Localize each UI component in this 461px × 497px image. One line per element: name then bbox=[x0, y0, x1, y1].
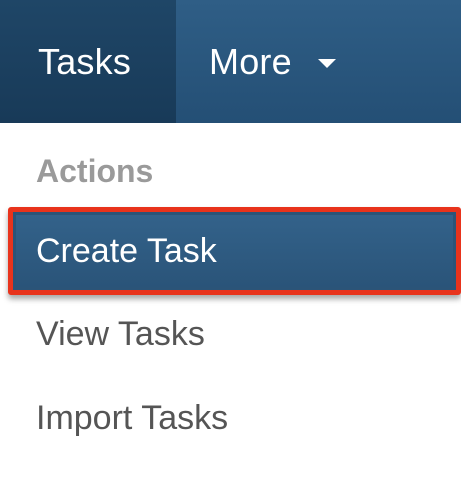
tab-more-label: More bbox=[209, 40, 292, 82]
top-navbar: Tasks More bbox=[0, 0, 461, 123]
page: Tasks More Actions Create Task View Task… bbox=[0, 0, 461, 497]
menu-item-create-task[interactable]: Create Task bbox=[8, 207, 461, 295]
tab-tasks[interactable]: Tasks bbox=[0, 0, 176, 123]
tab-more[interactable]: More bbox=[176, 0, 336, 123]
caret-down-icon bbox=[317, 59, 336, 68]
menu-item-create-task-label: Create Task bbox=[36, 231, 217, 270]
tab-tasks-label: Tasks bbox=[38, 40, 132, 82]
menu-item-view-tasks[interactable]: View Tasks bbox=[36, 315, 205, 354]
menu-item-import-tasks[interactable]: Import Tasks bbox=[36, 399, 228, 438]
actions-dropdown-menu: Actions Create Task View Tasks Import Ta… bbox=[8, 123, 461, 497]
menu-header-actions: Actions bbox=[36, 153, 154, 189]
